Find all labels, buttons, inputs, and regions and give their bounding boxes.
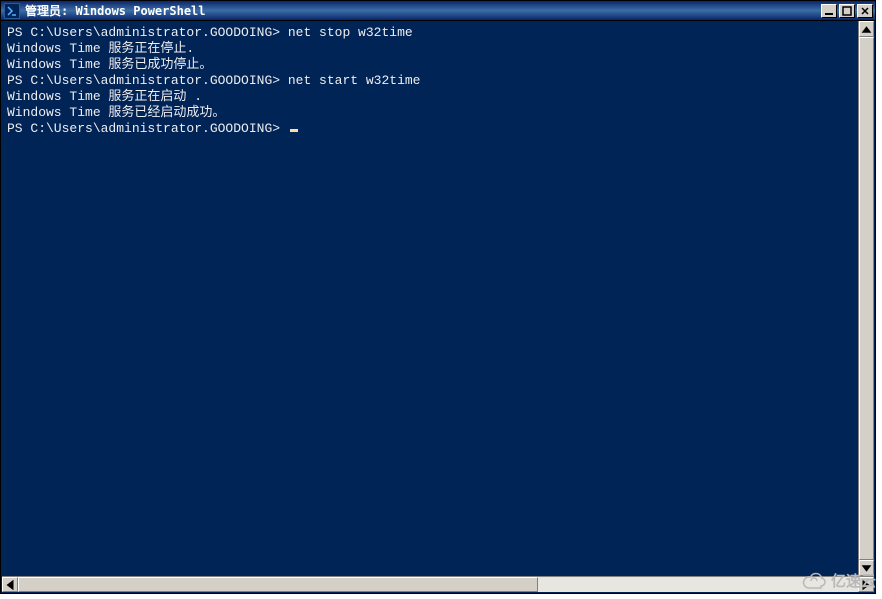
powershell-window: 管理员: Windows PowerShell PS C:\Users\admi… <box>0 0 876 594</box>
prompt: PS C:\Users\administrator.GOODOING> <box>7 73 280 88</box>
maximize-button[interactable] <box>839 4 855 18</box>
powershell-icon <box>4 3 20 19</box>
minimize-button[interactable] <box>821 4 837 18</box>
scrollbar-thumb-horizontal[interactable] <box>18 577 538 592</box>
vertical-scrollbar[interactable] <box>858 21 874 576</box>
window-controls <box>819 1 875 20</box>
prompt: PS C:\Users\administrator.GOODOING> <box>7 121 280 136</box>
output-line: Windows Time 服务已成功停止。 <box>7 57 869 73</box>
command-text <box>280 121 288 136</box>
scroll-right-button[interactable] <box>858 577 874 592</box>
scrollbar-track-vertical[interactable] <box>859 37 874 560</box>
scroll-up-button[interactable] <box>859 21 874 37</box>
horizontal-scrollbar[interactable] <box>2 576 874 592</box>
terminal-output[interactable]: PS C:\Users\administrator.GOODOING> net … <box>1 21 875 593</box>
output-line: Windows Time 服务正在启动 . <box>7 89 869 105</box>
command-text: net stop w32time <box>280 25 413 40</box>
titlebar[interactable]: 管理员: Windows PowerShell <box>1 1 875 21</box>
output-line: Windows Time 服务已经启动成功。 <box>7 105 869 121</box>
scrollbar-track-horizontal[interactable] <box>18 577 858 592</box>
prompt: PS C:\Users\administrator.GOODOING> <box>7 25 280 40</box>
scroll-left-button[interactable] <box>2 577 18 592</box>
command-text: net start w32time <box>280 73 420 88</box>
close-button[interactable] <box>857 4 873 18</box>
cursor <box>290 129 298 132</box>
window-title: 管理员: Windows PowerShell <box>25 2 206 19</box>
scrollbar-thumb-vertical[interactable] <box>859 37 874 560</box>
output-line: Windows Time 服务正在停止. <box>7 41 869 57</box>
scroll-down-button[interactable] <box>859 560 874 576</box>
